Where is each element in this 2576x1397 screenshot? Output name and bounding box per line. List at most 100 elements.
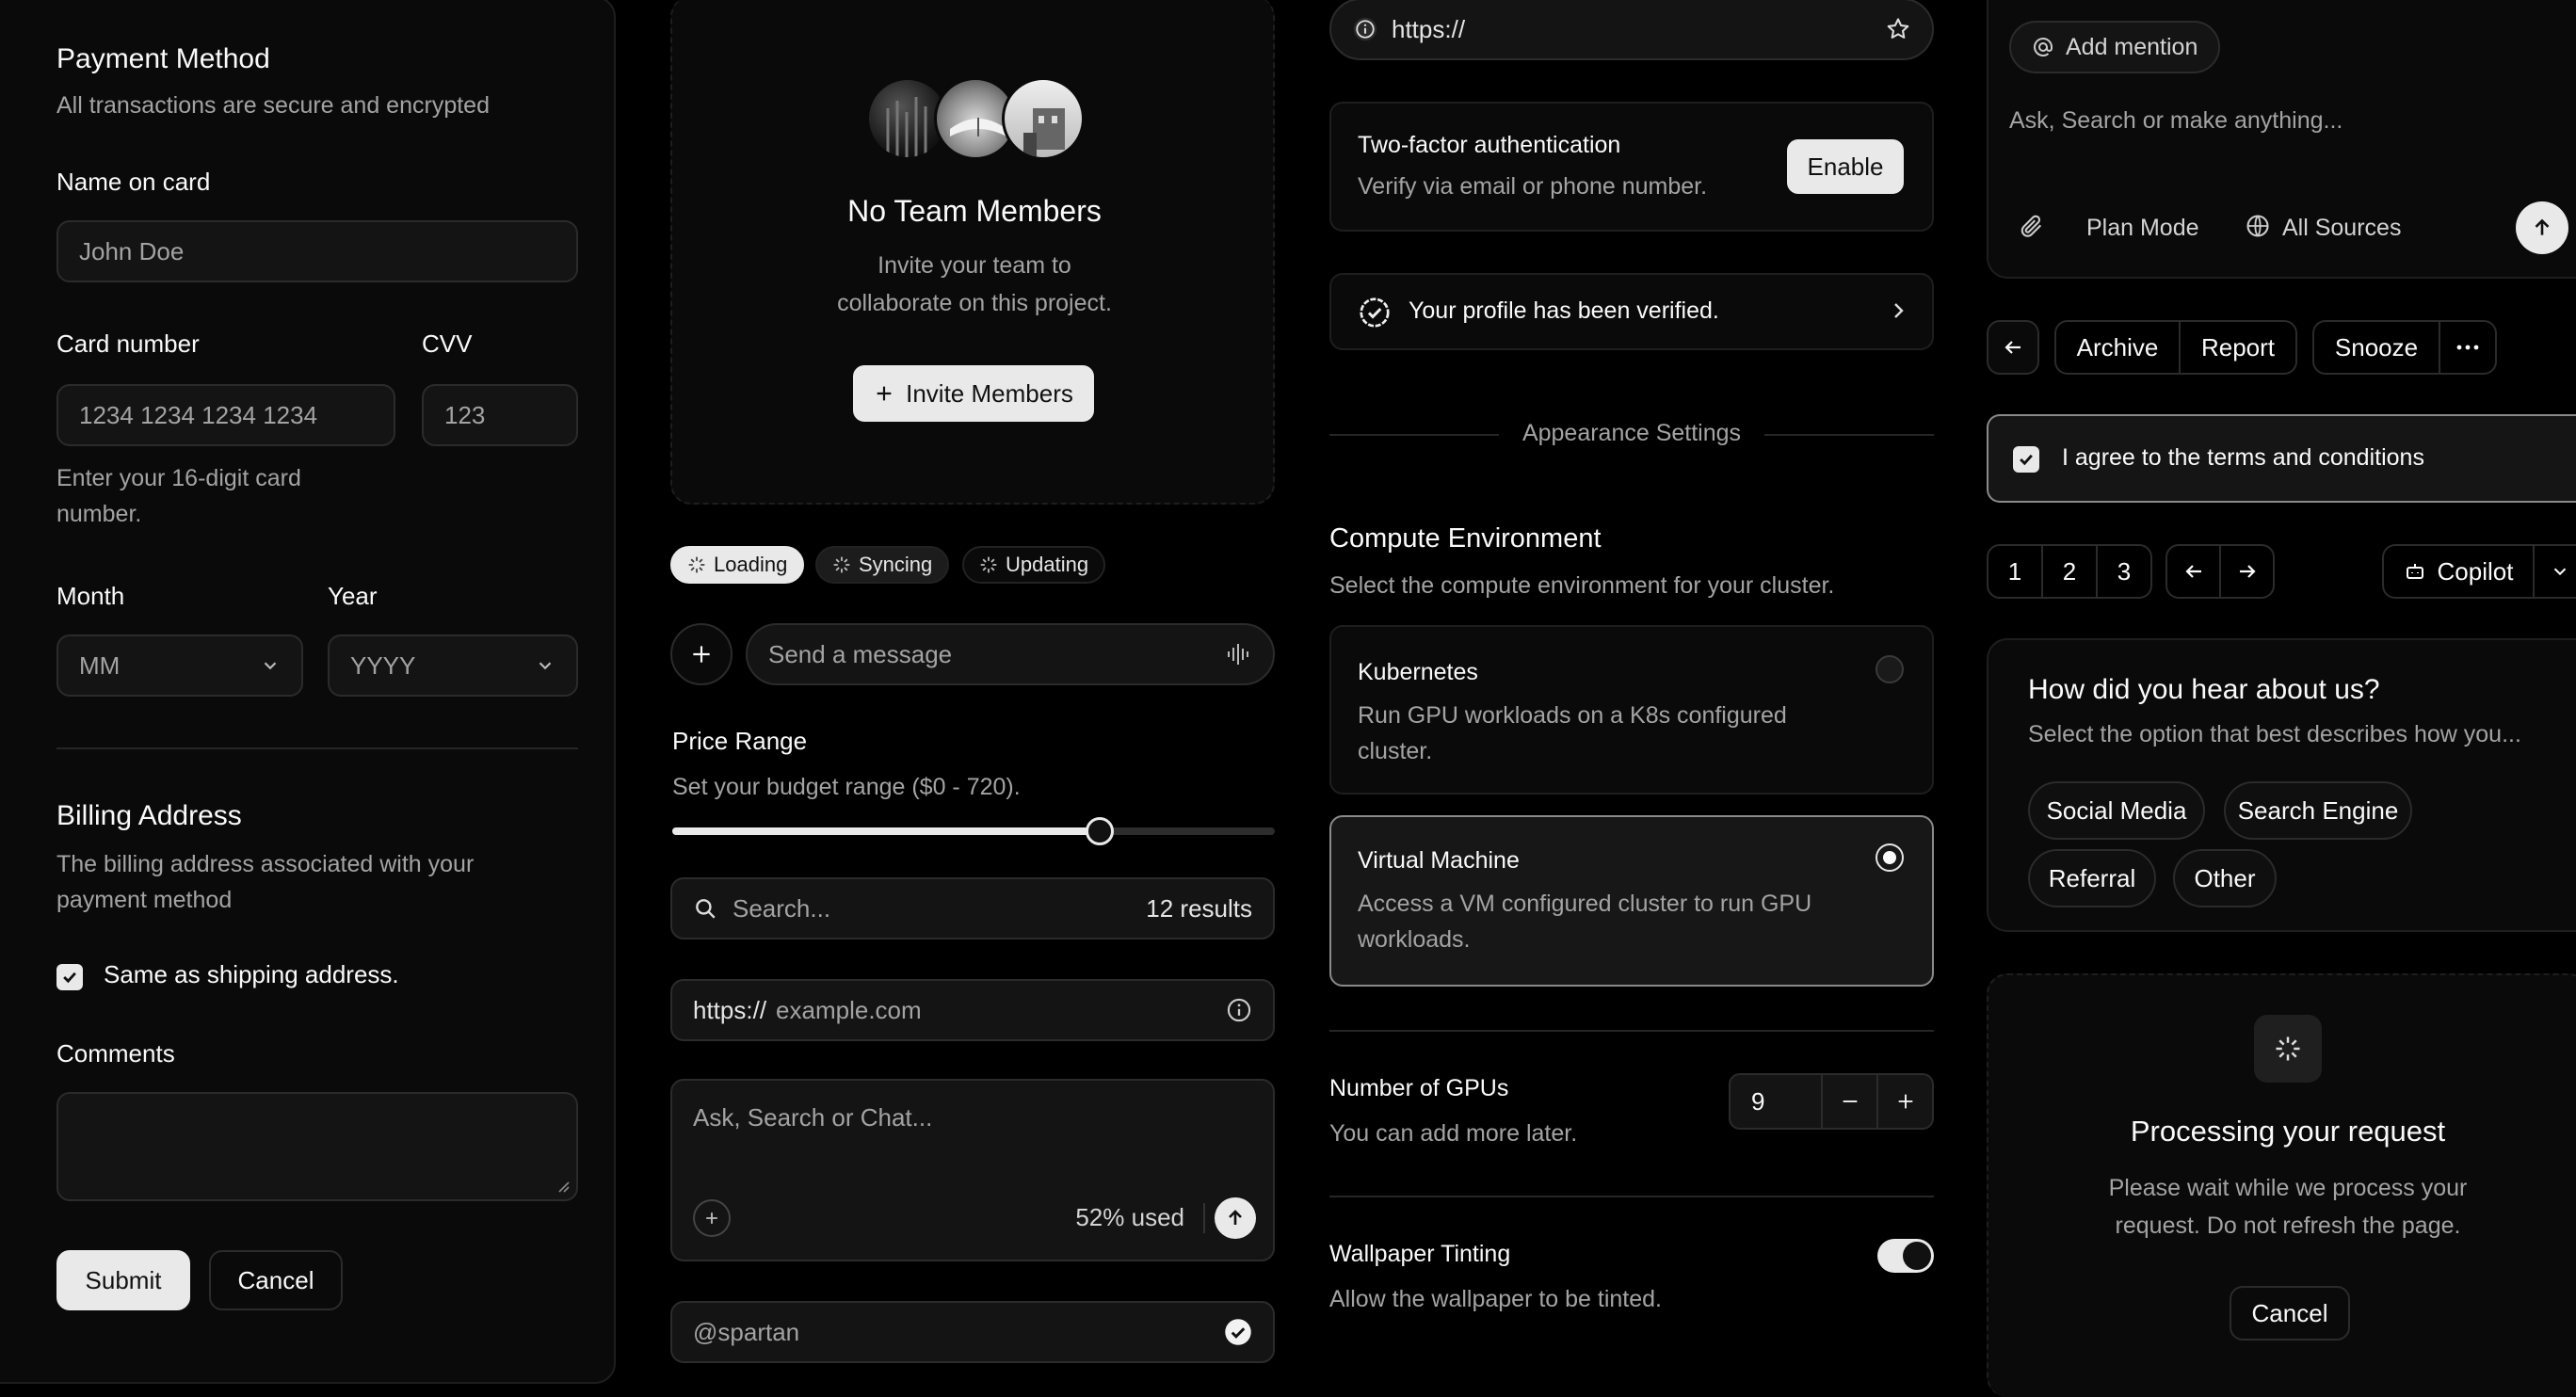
arrow-up-icon — [1229, 1210, 1242, 1225]
payment-subtitle: All transactions are secure and encrypte… — [56, 92, 490, 119]
gpus-stepper[interactable]: 9 — [1729, 1073, 1934, 1130]
back-button[interactable] — [1987, 320, 2039, 375]
same-as-shipping-checkbox[interactable] — [56, 964, 83, 990]
checkmark-icon — [63, 971, 76, 984]
add-mention-button[interactable]: Add mention — [2009, 21, 2221, 73]
gpus-title: Number of GPUs — [1329, 1075, 1509, 1101]
prompt-send-button[interactable] — [2516, 201, 2568, 254]
year-select[interactable]: YYYY — [328, 634, 578, 697]
spinner-icon — [832, 555, 851, 574]
status-chip-loading: Loading — [670, 546, 805, 584]
terms-checkbox[interactable] — [2013, 446, 2039, 473]
cvv-input[interactable]: 123 — [422, 384, 578, 446]
name-on-card-input[interactable]: John Doe — [56, 220, 578, 282]
cancel-button[interactable]: Cancel — [209, 1250, 343, 1310]
plan-mode-button[interactable]: Plan Mode — [2086, 215, 2199, 242]
send-message-input[interactable]: Send a message — [746, 623, 1275, 685]
card-number-input[interactable]: 1234 1234 1234 1234 — [56, 384, 395, 446]
slider-thumb[interactable] — [1086, 817, 1115, 845]
option-other[interactable]: Other — [2173, 849, 2277, 907]
terms-checkbox-card[interactable]: I agree to the terms and conditions — [1987, 414, 2576, 503]
submit-button[interactable]: Submit — [56, 1250, 190, 1310]
status-chip-label: Updating — [1006, 553, 1089, 576]
plus-icon — [693, 646, 710, 663]
url-bar[interactable]: https:// — [1329, 0, 1934, 60]
prev-page-button[interactable] — [2167, 546, 2221, 597]
compute-subtitle: Select the compute environment for your … — [1329, 572, 1835, 599]
page-1-button[interactable]: 1 — [1988, 546, 2043, 597]
attach-plus-button[interactable] — [670, 623, 733, 685]
archive-button[interactable]: Archive — [2056, 322, 2181, 373]
prompt-placeholder[interactable]: Ask, Search or make anything... — [2009, 107, 2343, 135]
option-search-engine[interactable]: Search Engine — [2224, 781, 2412, 840]
plus-icon — [1898, 1094, 1912, 1109]
processing-cancel-button[interactable]: Cancel — [2230, 1286, 2350, 1341]
url-placeholder: example.com — [776, 995, 922, 1024]
gpus-subtitle: You can add more later. — [1329, 1120, 1578, 1147]
all-sources-button[interactable]: All Sources — [2282, 215, 2401, 242]
snooze-button[interactable]: Snooze — [2314, 322, 2440, 373]
kubernetes-option[interactable]: Kubernetes Run GPU workloads on a K8s co… — [1329, 625, 1934, 795]
increment-button[interactable] — [1878, 1075, 1932, 1128]
next-page-button[interactable] — [2221, 546, 2273, 597]
survey-title: How did you hear about us? — [2028, 674, 2380, 705]
gpus-value[interactable]: 9 — [1731, 1075, 1824, 1128]
url-input[interactable]: https:// example.com — [670, 979, 1275, 1041]
virtual-machine-option[interactable]: Virtual Machine Access a VM configured c… — [1329, 815, 1934, 987]
username-value: @spartan — [693, 1317, 800, 1346]
wallpaper-subtitle: Allow the wallpaper to be tinted. — [1329, 1286, 1662, 1312]
profile-verified-text: Your profile has been verified. — [1409, 297, 1719, 324]
url-prefix: https:// — [693, 995, 767, 1024]
processing-spinner — [2254, 1015, 2322, 1083]
chevron-down-icon — [535, 655, 555, 676]
chat-send-button[interactable] — [1215, 1197, 1256, 1239]
vm-desc-1: Access a VM configured cluster to run GP… — [1358, 891, 1812, 917]
vm-desc-2: workloads. — [1358, 926, 1471, 953]
comments-textarea[interactable] — [56, 1092, 578, 1201]
copilot-button[interactable]: Copilot — [2384, 546, 2535, 597]
profile-verified-item[interactable]: Your profile has been verified. — [1329, 273, 1934, 350]
audio-waveform-icon[interactable] — [1226, 642, 1252, 666]
info-icon — [1352, 16, 1378, 42]
billing-subtitle-1: The billing address associated with your — [56, 851, 475, 877]
vm-radio-selected[interactable] — [1876, 843, 1904, 872]
divider — [1329, 1196, 1934, 1197]
team-empty-desc-1: Invite your team to — [877, 252, 1071, 279]
more-options-button[interactable] — [2440, 322, 2495, 373]
price-range-slider[interactable] — [672, 817, 1275, 845]
cvv-label: CVV — [422, 329, 473, 358]
month-select[interactable]: MM — [56, 634, 303, 697]
username-input[interactable]: @spartan — [670, 1301, 1275, 1363]
page-3-button[interactable]: 3 — [2098, 546, 2150, 597]
kubernetes-radio[interactable] — [1876, 655, 1904, 683]
arrow-left-icon — [2004, 341, 2021, 354]
chat-add-button[interactable] — [693, 1199, 731, 1237]
spinner-icon — [2276, 1036, 2300, 1061]
decrement-button[interactable] — [1823, 1075, 1879, 1128]
option-social-media[interactable]: Social Media — [2028, 781, 2205, 840]
chat-input-group[interactable]: Ask, Search or Chat... 52% used — [670, 1079, 1275, 1261]
status-chip-syncing: Syncing — [815, 546, 950, 584]
report-button[interactable]: Report — [2181, 322, 2295, 373]
page-2-button[interactable]: 2 — [2043, 546, 2098, 597]
bot-icon — [2404, 560, 2426, 583]
search-placeholder: Search... — [733, 893, 831, 923]
divider — [1764, 434, 1934, 436]
same-as-shipping-label: Same as shipping address. — [104, 960, 399, 988]
cvv-placeholder: 123 — [444, 400, 486, 429]
copilot-dropdown-button[interactable] — [2535, 546, 2576, 597]
copilot-split-button: Copilot — [2382, 544, 2576, 599]
invite-members-button[interactable]: Invite Members — [853, 365, 1094, 422]
copilot-label: Copilot — [2437, 556, 2514, 586]
minus-icon — [1843, 1100, 1858, 1102]
paperclip-icon[interactable] — [2019, 213, 2045, 239]
search-input[interactable]: Search... 12 results — [670, 877, 1275, 939]
chat-usage: 52% used — [1075, 1203, 1184, 1231]
wallpaper-toggle[interactable] — [1877, 1239, 1934, 1273]
enable-button[interactable]: Enable — [1787, 139, 1904, 194]
processing-card: Processing your request Please wait whil… — [1987, 973, 2576, 1397]
option-referral[interactable]: Referral — [2028, 849, 2156, 907]
star-icon[interactable] — [1885, 16, 1911, 42]
info-icon[interactable] — [1226, 997, 1252, 1023]
kubernetes-desc-2: cluster. — [1358, 738, 1433, 764]
